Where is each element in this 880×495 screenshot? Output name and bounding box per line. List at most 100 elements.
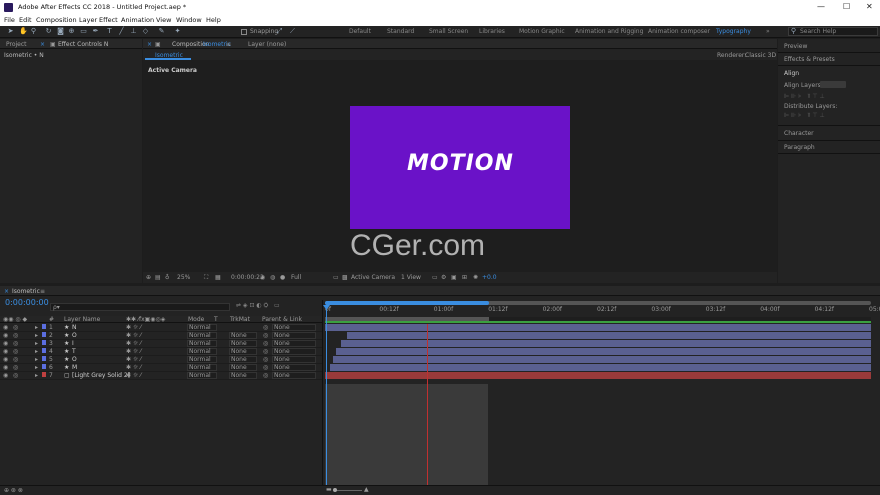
layer-row[interactable]: ◉ ◎ ▸ 1 ★ N ✱ ☼ ⁄ Normal ◎ None — [0, 324, 322, 332]
workspace-typography[interactable]: Typography — [716, 28, 751, 35]
tab-layer[interactable]: Layer (none) — [248, 41, 286, 48]
menu-window[interactable]: Window — [176, 16, 202, 24]
expand-triangle-icon[interactable]: ▸ — [35, 324, 38, 331]
pen-tool-icon[interactable]: ✒ — [92, 28, 99, 35]
panel-character[interactable]: Character — [784, 130, 814, 137]
time-ruler[interactable]: 0f 00:12f 01:00f 01:12f 02:00f 02:12f 03:00f 03… — [323, 306, 880, 316]
layer-name[interactable]: [Light Grey Solid 2] — [72, 372, 130, 379]
layer-name[interactable]: I — [72, 340, 74, 347]
show-snapshot-icon[interactable]: ◍ — [270, 274, 275, 281]
label-color-swatch[interactable] — [42, 364, 46, 369]
tab-project[interactable]: Project — [6, 41, 27, 48]
snap-icon[interactable]: ⤢ — [276, 28, 283, 35]
footer-toggle-icons[interactable]: ⊕ ⊛ ⊗ — [4, 487, 23, 494]
flowchart-icon[interactable]: ⊞ — [462, 274, 467, 281]
menu-help[interactable]: Help — [206, 16, 221, 24]
audio-icon[interactable]: ◎ — [13, 332, 18, 339]
label-color-swatch[interactable] — [42, 332, 46, 337]
menu-animation[interactable]: Animation — [121, 16, 154, 24]
channel-icon[interactable]: ● — [280, 274, 285, 281]
zoom-out-icon[interactable]: ▬ — [326, 486, 332, 493]
renderer-value[interactable]: Classic 3D — [745, 52, 776, 59]
expand-triangle-icon[interactable]: ▸ — [35, 348, 38, 355]
visibility-eye-icon[interactable]: ◉ — [3, 372, 8, 379]
zoom-value[interactable]: 25% — [177, 274, 190, 281]
comp-canvas[interactable]: MOTION — [350, 106, 570, 229]
label-color-swatch[interactable] — [42, 348, 46, 353]
timeline-search-field[interactable]: ρ▾ — [50, 303, 230, 311]
current-time[interactable]: 0:00:00:22 — [231, 274, 264, 281]
layer-switches-icon[interactable]: ✱ ☼ ⁄ — [126, 324, 141, 331]
label-color-swatch[interactable] — [42, 372, 46, 377]
expand-triangle-icon[interactable]: ▸ — [35, 356, 38, 363]
workspace-standard[interactable]: Standard — [387, 28, 414, 35]
menu-edit[interactable]: Edit — [19, 16, 32, 24]
toggle-pixel-icon[interactable]: ▭ — [432, 274, 438, 281]
audio-icon[interactable]: ◎ — [13, 372, 18, 379]
brush-tool-icon[interactable]: ╱ — [118, 28, 125, 35]
header-mode[interactable]: Mode — [188, 316, 204, 323]
workspace-small-screen[interactable]: Small Screen — [429, 28, 468, 35]
workspace-motion-graphic[interactable]: Motion Graphic — [519, 28, 565, 35]
layer-name[interactable]: T — [72, 348, 76, 355]
audio-icon[interactable]: ◎ — [13, 364, 18, 371]
workspace-default[interactable]: Default — [349, 28, 371, 35]
always-preview-icon[interactable]: ⊕ — [146, 274, 151, 281]
visibility-eye-icon[interactable]: ◉ — [3, 356, 8, 363]
close-button[interactable]: ✕ — [866, 2, 873, 11]
timeline-close-icon[interactable]: × — [4, 288, 9, 295]
stamp-tool-icon[interactable]: ⊥ — [130, 28, 137, 35]
puppet-tool-icon[interactable]: ✦ — [174, 28, 181, 35]
hand-tool-icon[interactable]: ✋ — [19, 28, 28, 35]
resolution-dropdown[interactable]: Full — [291, 274, 301, 281]
audio-icon[interactable]: ◎ — [13, 348, 18, 355]
visibility-eye-icon[interactable]: ◉ — [3, 364, 8, 371]
expand-triangle-icon[interactable]: ▸ — [35, 332, 38, 339]
layer-row[interactable]: ◉ ◎ ▸ 3 ★ I ✱ ☼ ⁄ Normal None ◎ None — [0, 340, 322, 348]
snapping-checkbox[interactable] — [241, 29, 247, 35]
align-buttons[interactable]: ⊫ ⊪ ⊧ ⫪ ⊤ ⊥ — [784, 93, 874, 101]
exposure-icon[interactable]: ✺ — [473, 274, 478, 281]
timeline-switch-icons[interactable]: ⇌ ◈ ⊡ ◐ ⛭ ▭ — [236, 302, 322, 312]
layer-duration-bar[interactable] — [333, 356, 871, 363]
panel-align[interactable]: Align — [784, 70, 799, 77]
lock-icon[interactable]: ▣ — [50, 41, 56, 48]
layer-row[interactable]: ◉ ◎ ▸ 4 ★ T ✱ ☼ ⁄ Normal None ◎ None — [0, 348, 322, 356]
pickwhip-icon[interactable]: ◎ — [263, 324, 268, 331]
snapshot-icon[interactable]: ◉ — [260, 274, 265, 281]
layer-row[interactable]: ◉ ◎ ▸ 2 ★ O ✱ ☼ ⁄ Normal None ◎ None — [0, 332, 322, 340]
fast-preview-icon[interactable]: ⚙ — [441, 274, 446, 281]
tab-timeline-isometric[interactable]: Isometric — [12, 288, 40, 295]
menu-view[interactable]: View — [156, 16, 171, 24]
pickwhip-icon[interactable]: ◎ — [263, 372, 268, 379]
layer-duration-bar[interactable] — [341, 340, 871, 347]
camera-tool-icon[interactable]: ◙ — [57, 28, 64, 35]
fit-icon[interactable]: ⛶ — [204, 274, 208, 282]
menu-composition[interactable]: Composition — [36, 16, 77, 24]
panel-preview[interactable]: Preview — [784, 43, 807, 50]
workspace-animation-rigging[interactable]: Animation and Rigging — [575, 28, 643, 35]
expand-triangle-icon[interactable]: ▸ — [35, 372, 38, 379]
maximize-button[interactable]: ☐ — [843, 2, 850, 11]
transparency-grid-icon[interactable]: ▩ — [342, 274, 348, 281]
layer-duration-bar[interactable] — [325, 324, 871, 331]
label-color-swatch[interactable] — [42, 356, 46, 361]
layer-duration-bar[interactable] — [335, 348, 871, 355]
visibility-eye-icon[interactable]: ◉ — [3, 348, 8, 355]
pickwhip-icon[interactable]: ◎ — [263, 364, 268, 371]
layer-switches-icon[interactable]: ✱ ☼ ⁄ — [126, 348, 141, 355]
selection-tool-icon[interactable]: ➤ — [7, 28, 14, 35]
exposure-value[interactable]: +0.0 — [482, 274, 497, 281]
timeline-menu-icon[interactable]: ≡ — [40, 288, 45, 295]
header-layer-name[interactable]: Layer Name — [64, 316, 100, 323]
tab-effect-controls[interactable]: Effect Controls N — [58, 41, 108, 48]
snap-options-icon[interactable]: ⟋ — [289, 28, 296, 35]
audio-icon[interactable]: ◎ — [13, 324, 18, 331]
pickwhip-icon[interactable]: ◎ — [263, 340, 268, 347]
grid-icon[interactable]: ♁ — [165, 274, 169, 281]
minimize-button[interactable]: — — [817, 2, 825, 11]
align-target-dropdown[interactable] — [820, 81, 846, 88]
workspace-libraries[interactable]: Libraries — [479, 28, 505, 35]
pickwhip-icon[interactable]: ◎ — [263, 348, 268, 355]
expand-triangle-icon[interactable]: ▸ — [35, 340, 38, 347]
